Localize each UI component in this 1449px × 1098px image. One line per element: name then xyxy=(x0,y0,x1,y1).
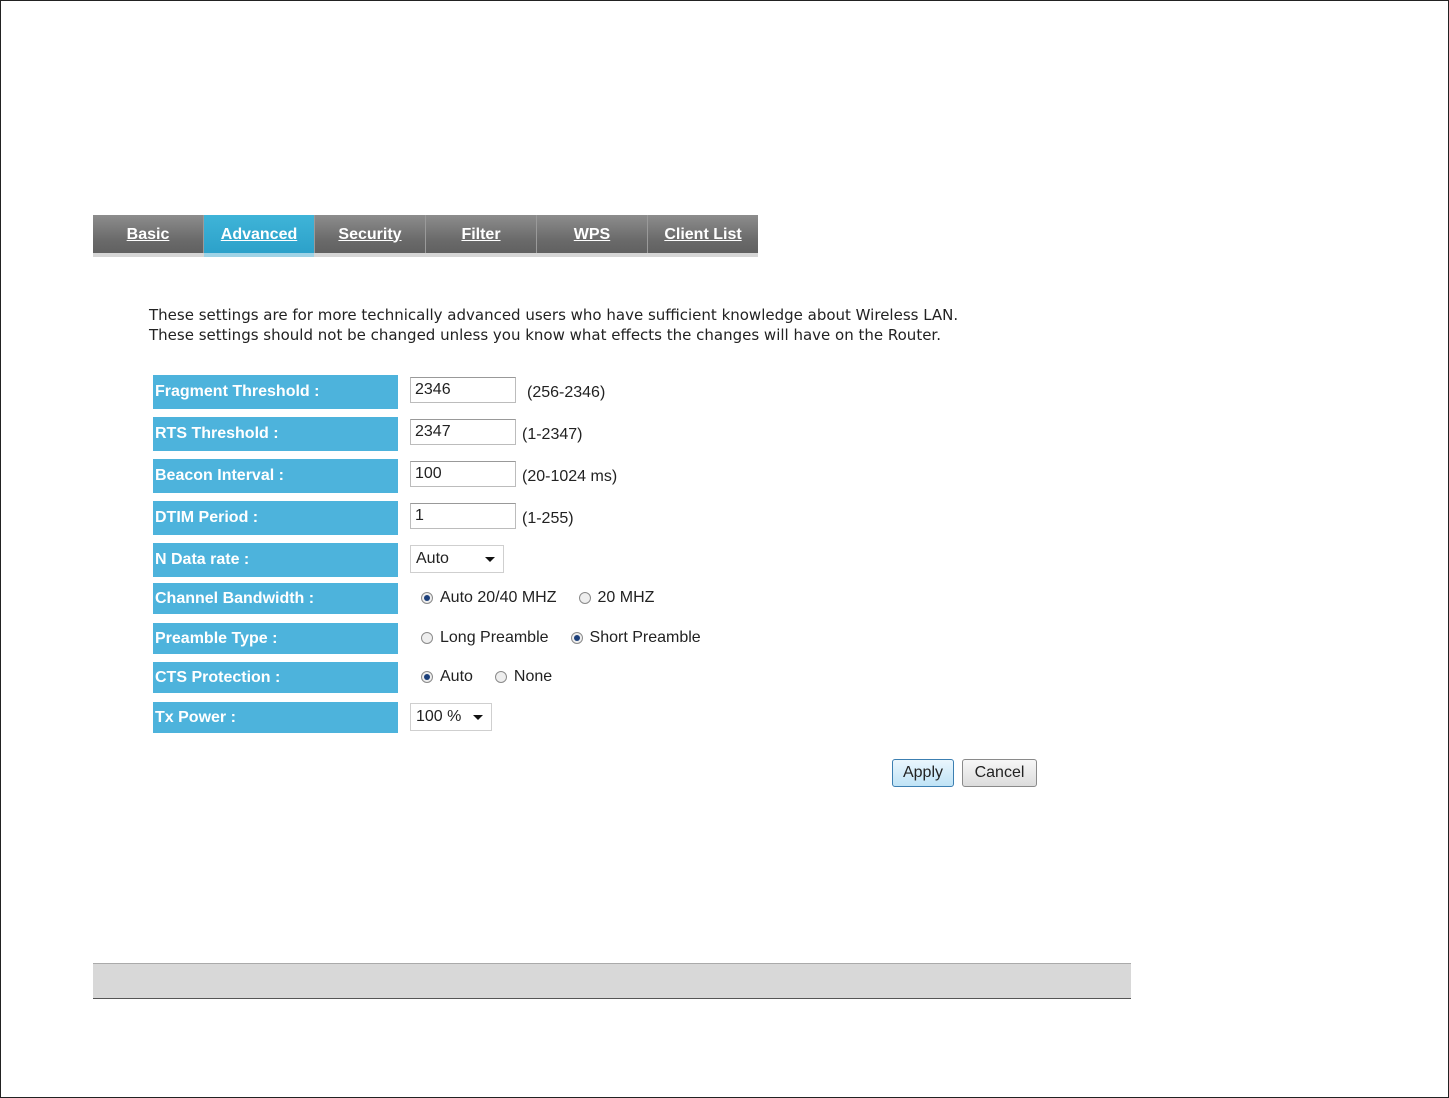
dtim-period-hint: (1-255) xyxy=(522,510,574,527)
cts-protection-row: CTS Protection : Auto None xyxy=(153,662,853,696)
radio-auto-20-40-label: Auto 20/40 MHZ xyxy=(440,589,557,606)
chevron-down-icon xyxy=(485,557,495,562)
intro-line-1: These settings are for more technically … xyxy=(149,306,959,324)
rts-threshold-hint: (1-2347) xyxy=(522,426,583,443)
n-data-rate-label: N Data rate : xyxy=(153,543,398,577)
tab-client-list[interactable]: Client List xyxy=(647,215,758,257)
n-data-rate-select[interactable]: Auto xyxy=(410,545,504,573)
intro-text: These settings are for more technically … xyxy=(149,305,958,345)
apply-button[interactable]: Apply xyxy=(892,759,954,787)
footer-bar xyxy=(93,963,1131,999)
radio-cts-none[interactable]: None xyxy=(494,668,553,686)
beacon-interval-row: Beacon Interval : (20-1024 ms) xyxy=(153,459,853,493)
dtim-period-input[interactable] xyxy=(410,503,516,529)
preamble-type-label: Preamble Type : xyxy=(153,623,398,654)
beacon-interval-label: Beacon Interval : xyxy=(153,459,398,493)
tx-power-label: Tx Power : xyxy=(153,702,398,733)
tx-power-select[interactable]: 100 % xyxy=(410,703,492,731)
rts-threshold-row: RTS Threshold : (1-2347) xyxy=(153,417,853,451)
cancel-button[interactable]: Cancel xyxy=(962,759,1037,787)
channel-bandwidth-options: Auto 20/40 MHZ 20 MHZ xyxy=(421,589,654,607)
radio-unselected-icon xyxy=(421,632,433,644)
radio-short-preamble[interactable]: Short Preamble xyxy=(570,629,701,647)
n-data-rate-row: N Data rate : Auto xyxy=(153,543,853,577)
beacon-interval-input[interactable] xyxy=(410,461,516,487)
tab-basic[interactable]: Basic xyxy=(93,215,203,257)
radio-selected-icon xyxy=(421,592,433,604)
fragment-threshold-hint: (256-2346) xyxy=(527,384,606,401)
cts-protection-options: Auto None xyxy=(421,668,552,686)
radio-short-preamble-label: Short Preamble xyxy=(589,629,701,646)
fragment-threshold-input[interactable] xyxy=(410,377,516,403)
cts-protection-label: CTS Protection : xyxy=(153,662,398,693)
intro-line-2: These settings should not be changed unl… xyxy=(149,326,941,344)
radio-selected-icon xyxy=(421,671,433,683)
radio-cts-auto-label: Auto xyxy=(440,668,473,685)
tx-power-row: Tx Power : 100 % xyxy=(153,702,853,736)
radio-auto-20-40[interactable]: Auto 20/40 MHZ xyxy=(421,589,557,607)
fragment-threshold-label: Fragment Threshold : xyxy=(153,375,398,409)
radio-cts-none-label: None xyxy=(513,668,553,685)
preamble-type-options: Long Preamble Short Preamble xyxy=(421,629,701,647)
tab-security[interactable]: Security xyxy=(314,215,425,257)
radio-20-mhz-label: 20 MHZ xyxy=(597,589,655,606)
tab-bar: Basic Advanced Security Filter WPS Clien… xyxy=(93,215,758,257)
radio-long-preamble-label: Long Preamble xyxy=(440,629,549,646)
rts-threshold-label: RTS Threshold : xyxy=(153,417,398,451)
rts-threshold-input[interactable] xyxy=(410,419,516,445)
tx-power-value: 100 % xyxy=(416,708,462,725)
tab-filter[interactable]: Filter xyxy=(425,215,536,257)
radio-selected-icon xyxy=(570,632,583,644)
radio-cts-auto[interactable]: Auto xyxy=(421,668,473,686)
radio-20-mhz[interactable]: 20 MHZ xyxy=(578,589,655,607)
fragment-threshold-row: Fragment Threshold : (256-2346) xyxy=(153,375,853,409)
beacon-interval-hint: (20-1024 ms) xyxy=(522,468,618,485)
dtim-period-label: DTIM Period : xyxy=(153,501,398,535)
radio-long-preamble[interactable]: Long Preamble xyxy=(421,629,549,647)
preamble-type-row: Preamble Type : Long Preamble Short Prea… xyxy=(153,623,853,657)
dtim-period-row: DTIM Period : (1-255) xyxy=(153,501,853,535)
radio-unselected-icon xyxy=(578,592,591,604)
tab-advanced[interactable]: Advanced xyxy=(203,215,314,257)
channel-bandwidth-label: Channel Bandwidth : xyxy=(153,583,398,614)
chevron-down-icon xyxy=(473,715,483,720)
tab-wps[interactable]: WPS xyxy=(536,215,647,257)
channel-bandwidth-row: Channel Bandwidth : Auto 20/40 MHZ 20 MH… xyxy=(153,583,853,617)
n-data-rate-value: Auto xyxy=(416,550,449,567)
radio-unselected-icon xyxy=(494,671,507,683)
